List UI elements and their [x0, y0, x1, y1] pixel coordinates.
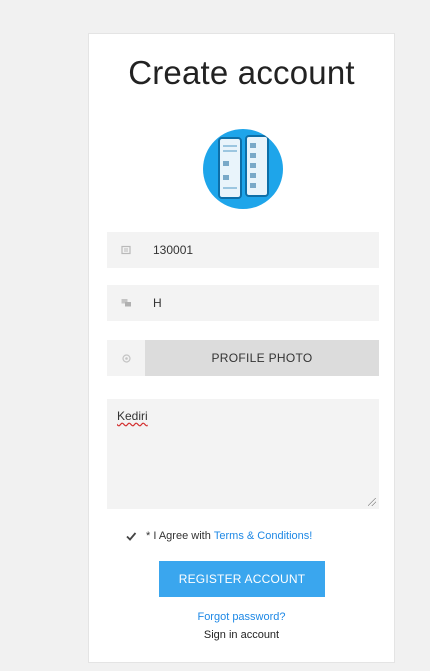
- forgot-password-link[interactable]: Forgot password?: [89, 611, 394, 623]
- terms-link[interactable]: Terms & Conditions!: [214, 530, 312, 542]
- sign-in-link[interactable]: Sign in account: [89, 629, 394, 641]
- id-input-value[interactable]: 130001: [153, 232, 193, 268]
- register-account-button[interactable]: REGISTER ACCOUNT: [159, 561, 325, 597]
- phone-illustration-left: [218, 137, 242, 199]
- page-title: Create account: [128, 54, 355, 91]
- photo-field[interactable]: PROFILE PHOTO: [107, 340, 379, 376]
- checkmark-icon[interactable]: [125, 530, 137, 542]
- name-input-value[interactable]: H: [153, 285, 162, 321]
- terms-agreement: * I Agree with Terms & Conditions!: [125, 528, 312, 544]
- resize-handle-icon[interactable]: [368, 498, 376, 506]
- register-card: Create account 130001 H PROFILE PHOTO Ke…: [88, 33, 395, 663]
- name-field[interactable]: H: [107, 285, 379, 321]
- camera-icon: [107, 340, 145, 376]
- app-logo-avatar: [203, 129, 283, 209]
- id-field[interactable]: 130001: [107, 232, 379, 268]
- phone-illustration-right: [245, 135, 269, 197]
- agree-text: * I Agree with: [146, 530, 214, 542]
- address-text: Kediri: [117, 409, 148, 423]
- id-card-icon: [107, 232, 145, 268]
- address-textarea[interactable]: Kediri: [107, 399, 379, 509]
- profile-photo-button[interactable]: PROFILE PHOTO: [145, 340, 379, 376]
- chat-icon: [107, 285, 145, 321]
